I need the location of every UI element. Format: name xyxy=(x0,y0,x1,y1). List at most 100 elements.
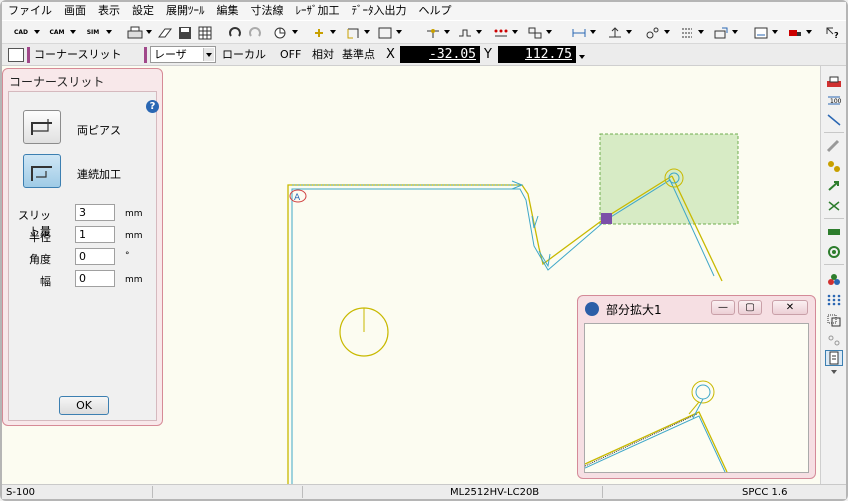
right-separator xyxy=(824,132,844,133)
level-icon[interactable] xyxy=(604,24,626,42)
help-icon[interactable]: ? xyxy=(146,100,159,113)
chevron-down-icon[interactable] xyxy=(831,370,837,374)
zoom-tool-path xyxy=(584,415,726,473)
add-point-dropdown-icon[interactable] xyxy=(330,30,336,34)
menu-data-io[interactable]: ﾃﾞｰﾀ入出力 xyxy=(346,2,413,20)
rectangle-icon[interactable] xyxy=(342,24,364,42)
target-icon[interactable] xyxy=(825,244,843,260)
local-button[interactable]: ローカル xyxy=(222,47,266,63)
coord-dropdown-icon[interactable] xyxy=(579,55,585,59)
mode-separator xyxy=(27,47,30,63)
menu-unfold-tool[interactable]: 展開ﾂｰﾙ xyxy=(160,2,211,20)
y-coordinate-field[interactable]: 112.75 xyxy=(498,46,576,63)
nodes-icon[interactable] xyxy=(642,24,664,42)
menu-help[interactable]: ヘルプ xyxy=(413,2,458,20)
matrix-dropdown-icon[interactable] xyxy=(698,30,704,34)
off-toggle[interactable]: OFF xyxy=(280,47,301,63)
layout-dropdown-icon[interactable] xyxy=(546,30,552,34)
cam-button[interactable]: CAM xyxy=(46,24,68,42)
cut-icon[interactable] xyxy=(825,158,843,174)
measure-icon[interactable] xyxy=(270,24,292,42)
pencil-icon[interactable] xyxy=(825,138,843,154)
slit-amount-input[interactable]: 3 xyxy=(75,204,115,221)
zoom-part-outline xyxy=(584,411,728,473)
relative-toggle[interactable]: 相対 xyxy=(312,47,334,63)
export-dropdown-icon[interactable] xyxy=(732,30,738,34)
dimension-dropdown-icon[interactable] xyxy=(590,30,596,34)
sim-button[interactable]: SIM xyxy=(82,24,104,42)
save-icon[interactable] xyxy=(174,24,196,42)
frame-icon[interactable] xyxy=(374,24,396,42)
dots-dropdown-icon[interactable] xyxy=(512,30,518,34)
layout-icon[interactable] xyxy=(524,24,546,42)
document-icon[interactable] xyxy=(825,350,843,366)
radius-unit: mm xyxy=(125,231,143,241)
move-icon[interactable] xyxy=(825,178,843,194)
line-icon[interactable] xyxy=(825,112,843,128)
print-icon[interactable] xyxy=(124,24,146,42)
dimension-icon[interactable] xyxy=(568,24,590,42)
micro-joint-icon[interactable] xyxy=(454,24,476,42)
minimize-button[interactable]: — xyxy=(711,300,735,315)
nc-icon[interactable] xyxy=(750,24,772,42)
status-material: SPCC 1.6 xyxy=(742,487,788,498)
radius-label: 半径 xyxy=(29,231,51,244)
link-icon[interactable] xyxy=(825,332,843,348)
add-point-icon[interactable] xyxy=(308,24,330,42)
menu-laser[interactable]: ﾚｰｻﾞ加工 xyxy=(290,2,346,20)
pierce-dropdown-icon[interactable] xyxy=(444,30,450,34)
menu-dimension[interactable]: 寸法線 xyxy=(245,2,290,20)
level-dropdown-icon[interactable] xyxy=(626,30,632,34)
grid-dots-icon[interactable] xyxy=(825,292,843,308)
close-button[interactable]: ✕ xyxy=(772,300,808,315)
x-coordinate-field[interactable]: -32.05 xyxy=(400,46,480,63)
base-point-button[interactable]: 基準点 xyxy=(342,47,375,63)
continuous-cut-button[interactable] xyxy=(23,154,61,188)
cam-dropdown-icon[interactable] xyxy=(70,30,76,34)
truck-dropdown-icon[interactable] xyxy=(806,30,812,34)
matrix-icon[interactable] xyxy=(676,24,698,42)
mirror-icon[interactable] xyxy=(825,198,843,214)
radius-input[interactable]: 1 xyxy=(75,226,115,243)
laser-combo[interactable]: レーザ xyxy=(150,46,216,63)
maximize-button[interactable]: ▢ xyxy=(738,300,762,315)
menu-settings[interactable]: 設定 xyxy=(126,2,160,20)
color-icon[interactable] xyxy=(825,272,843,288)
micro-joint-dropdown-icon[interactable] xyxy=(476,30,482,34)
cad-button[interactable]: CAD xyxy=(10,24,32,42)
undo-icon[interactable] xyxy=(224,24,246,42)
status-machine: ML2512HV-LC20B xyxy=(450,487,540,498)
angle-input[interactable]: 0 xyxy=(75,248,115,265)
corner-marker xyxy=(601,213,612,224)
menu-edit[interactable]: 編集 xyxy=(211,2,245,20)
width-input[interactable]: 0 xyxy=(75,270,115,287)
export-icon[interactable] xyxy=(710,24,732,42)
frame-dropdown-icon[interactable] xyxy=(396,30,402,34)
menu-screen[interactable]: 画面 xyxy=(58,2,92,20)
redo-icon[interactable] xyxy=(244,24,266,42)
dots-icon[interactable] xyxy=(490,24,512,42)
pierce-icon[interactable] xyxy=(422,24,444,42)
nc-dropdown-icon[interactable] xyxy=(772,30,778,34)
truck-icon[interactable] xyxy=(784,24,806,42)
nodes-dropdown-icon[interactable] xyxy=(664,30,670,34)
double-pierce-label: 両ピアス xyxy=(77,124,121,137)
tool-icon[interactable] xyxy=(825,224,843,240)
double-pierce-button[interactable] xyxy=(23,110,61,144)
dimension-side-icon[interactable]: 100 xyxy=(825,93,843,109)
copy-icon[interactable] xyxy=(825,312,843,328)
zoom-canvas[interactable] xyxy=(584,323,809,473)
help-toolbar-icon[interactable]: ? xyxy=(822,24,844,42)
ok-button[interactable]: OK xyxy=(59,396,109,415)
rectangle-dropdown-icon[interactable] xyxy=(364,30,370,34)
measure-dropdown-icon[interactable] xyxy=(292,30,298,34)
eraser-icon[interactable] xyxy=(154,24,176,42)
sim-dropdown-icon[interactable] xyxy=(106,30,112,34)
menu-view[interactable]: 表示 xyxy=(92,2,126,20)
car-icon[interactable] xyxy=(825,74,843,90)
chevron-down-icon[interactable] xyxy=(203,48,214,61)
menu-file[interactable]: ファイル xyxy=(2,2,58,20)
cad-dropdown-icon[interactable] xyxy=(34,30,40,34)
grid-icon[interactable] xyxy=(194,24,216,42)
print-dropdown-icon[interactable] xyxy=(146,30,152,34)
